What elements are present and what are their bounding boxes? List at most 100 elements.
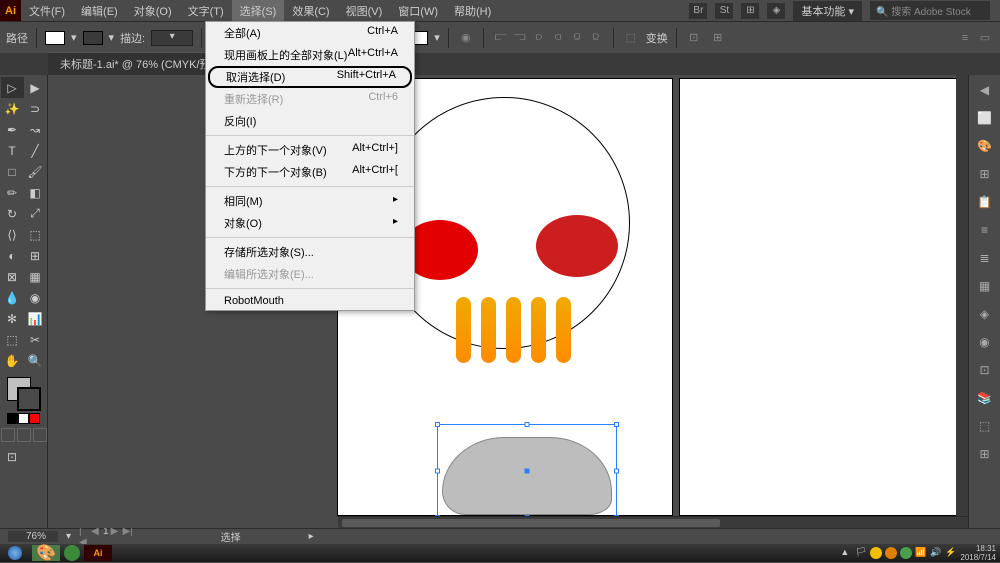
color-white[interactable] bbox=[18, 413, 29, 424]
scrollbar-horizontal[interactable] bbox=[338, 516, 968, 528]
skull-tooth[interactable] bbox=[531, 297, 546, 363]
menu-object-submenu[interactable]: 对象(O) bbox=[206, 212, 414, 234]
asset-export-panel-icon[interactable]: ⬚ bbox=[974, 415, 996, 437]
tray-action-icon[interactable]: 🏳 bbox=[855, 547, 867, 559]
menu-window[interactable]: 窗口(W) bbox=[390, 0, 446, 22]
zoom-level[interactable]: 76% bbox=[8, 531, 58, 542]
menu-robotmouth[interactable]: RobotMouth bbox=[206, 292, 414, 310]
panel-icon[interactable]: ▭ bbox=[976, 29, 994, 47]
menu-inverse[interactable]: 反向(I) bbox=[206, 110, 414, 132]
stroke-swatch[interactable] bbox=[17, 387, 41, 411]
system-clock[interactable]: 18:31 2018/7/14 bbox=[960, 544, 996, 562]
panel-expand-icon[interactable]: ◀ bbox=[974, 79, 996, 101]
blend-tool[interactable]: ◉ bbox=[24, 287, 47, 308]
sel-handle-e[interactable] bbox=[614, 469, 619, 474]
sel-handle-nw[interactable] bbox=[435, 422, 440, 427]
align-bottom-icon[interactable]: ⫒ bbox=[587, 29, 605, 47]
curvature-tool[interactable]: ↝ bbox=[24, 119, 47, 140]
sel-handle-w[interactable] bbox=[435, 469, 440, 474]
zoom-tool[interactable]: 🔍 bbox=[24, 350, 47, 371]
tray-volume-icon[interactable]: 🔊 bbox=[930, 547, 942, 559]
pen-tool[interactable]: ✒ bbox=[1, 119, 24, 140]
align-top-icon[interactable]: ⫏ bbox=[549, 29, 567, 47]
skull-eye-right[interactable] bbox=[536, 215, 618, 277]
rotate-tool[interactable]: ↻ bbox=[1, 203, 24, 224]
brushes-panel-icon[interactable]: 📋 bbox=[974, 191, 996, 213]
task-ai-icon[interactable]: Ai bbox=[84, 545, 112, 561]
menu-next-below[interactable]: 下方的下一个对象(B)Alt+Ctrl+[ bbox=[206, 161, 414, 183]
menu-effect[interactable]: 效果(C) bbox=[284, 0, 337, 22]
task-icon-2[interactable] bbox=[64, 545, 80, 561]
graphic-styles-panel-icon[interactable]: ⊡ bbox=[974, 359, 996, 381]
menu-select[interactable]: 选择(S) bbox=[232, 0, 285, 22]
draw-inside[interactable] bbox=[33, 428, 47, 442]
color-black[interactable] bbox=[7, 413, 18, 424]
tray-up-icon[interactable]: ▲ bbox=[840, 547, 852, 559]
skull-tooth[interactable] bbox=[456, 297, 471, 363]
sel-center[interactable] bbox=[525, 469, 530, 474]
shaper-tool[interactable]: ✏ bbox=[1, 182, 24, 203]
shape-builder-tool[interactable]: ◐ bbox=[1, 245, 24, 266]
tray-battery-icon[interactable]: ⚡ bbox=[945, 547, 957, 559]
task-icon-1[interactable]: 🎨 bbox=[32, 545, 60, 561]
menu-view[interactable]: 视图(V) bbox=[338, 0, 391, 22]
menu-all-on-artboard[interactable]: 现用画板上的全部对象(L)Alt+Ctrl+A bbox=[206, 44, 414, 66]
lasso-tool[interactable]: ⊃ bbox=[24, 98, 47, 119]
gradient-panel-icon[interactable]: ▦ bbox=[974, 275, 996, 297]
menu-deselect[interactable]: 取消选择(D)Shift+Ctrl+A bbox=[208, 66, 412, 88]
menu-help[interactable]: 帮助(H) bbox=[446, 0, 499, 22]
free-transform-tool[interactable]: ⬚ bbox=[24, 224, 47, 245]
gradient-tool[interactable]: ▦ bbox=[24, 266, 47, 287]
shape-icon[interactable]: ⬚ bbox=[622, 29, 640, 47]
hand-tool[interactable]: ✋ bbox=[1, 350, 24, 371]
selection-bounding-box[interactable] bbox=[437, 424, 617, 518]
canvas[interactable] bbox=[48, 75, 968, 528]
width-tool[interactable]: ⟨⟩ bbox=[1, 224, 24, 245]
menu-save-selection[interactable]: 存储所选对象(S)... bbox=[206, 241, 414, 263]
edit-icon[interactable]: ⊞ bbox=[709, 29, 727, 47]
stroke-panel-icon[interactable]: ≣ bbox=[974, 247, 996, 269]
scrollbar-vertical[interactable] bbox=[956, 75, 968, 516]
tray-icon-3[interactable] bbox=[900, 547, 912, 559]
gpu-icon[interactable]: ◈ bbox=[767, 3, 785, 19]
perspective-tool[interactable]: ⊞ bbox=[24, 245, 47, 266]
slice-tool[interactable]: ✂ bbox=[24, 329, 47, 350]
rectangle-tool[interactable]: □ bbox=[1, 161, 24, 182]
pref-icon[interactable]: ≡ bbox=[956, 29, 974, 47]
menu-edit[interactable]: 编辑(E) bbox=[73, 0, 126, 22]
menu-edit-selection[interactable]: 编辑所选对象(E)... bbox=[206, 263, 414, 285]
menu-text[interactable]: 文字(T) bbox=[180, 0, 232, 22]
mesh-tool[interactable]: ⊠ bbox=[1, 266, 24, 287]
eyedropper-tool[interactable]: 💧 bbox=[1, 287, 24, 308]
menu-reselect[interactable]: 重新选择(R)Ctrl+6 bbox=[206, 88, 414, 110]
start-button[interactable] bbox=[0, 544, 30, 562]
align-vcenter-icon[interactable]: ⫑ bbox=[568, 29, 586, 47]
skull-tooth[interactable] bbox=[481, 297, 496, 363]
align-left-icon[interactable]: ⫍ bbox=[492, 29, 510, 47]
graph-tool[interactable]: 📊 bbox=[24, 308, 47, 329]
paintbrush-tool[interactable]: 🖌 bbox=[24, 161, 47, 182]
skull-tooth[interactable] bbox=[506, 297, 521, 363]
tray-icon-2[interactable] bbox=[885, 547, 897, 559]
symbol-sprayer-tool[interactable]: ✻ bbox=[1, 308, 24, 329]
menu-select-all[interactable]: 全部(A)Ctrl+A bbox=[206, 22, 414, 44]
search-input[interactable]: 🔍 搜索 Adobe Stock bbox=[870, 1, 990, 20]
artboards-panel-icon[interactable]: ⊞ bbox=[974, 443, 996, 465]
tray-network-icon[interactable]: 📶 bbox=[915, 547, 927, 559]
recolor-icon[interactable]: ◉ bbox=[457, 29, 475, 47]
stroke-control[interactable] bbox=[83, 31, 103, 45]
layers-panel-icon[interactable]: 📚 bbox=[974, 387, 996, 409]
arrange-icon[interactable]: ⊞ bbox=[741, 3, 759, 19]
type-tool[interactable]: T bbox=[1, 140, 24, 161]
sel-handle-ne[interactable] bbox=[614, 422, 619, 427]
eraser-tool[interactable]: ◧ bbox=[24, 182, 47, 203]
screen-mode[interactable]: ⊡ bbox=[1, 446, 24, 467]
sel-handle-n[interactable] bbox=[525, 422, 530, 427]
scroll-thumb[interactable] bbox=[342, 519, 720, 527]
stock-icon[interactable]: St bbox=[715, 3, 733, 19]
tray-icon-1[interactable] bbox=[870, 547, 882, 559]
skull-tooth[interactable] bbox=[556, 297, 571, 363]
menu-next-above[interactable]: 上方的下一个对象(V)Alt+Ctrl+] bbox=[206, 139, 414, 161]
artboard-tool[interactable]: ⬚ bbox=[1, 329, 24, 350]
transparency-panel-icon[interactable]: ◈ bbox=[974, 303, 996, 325]
